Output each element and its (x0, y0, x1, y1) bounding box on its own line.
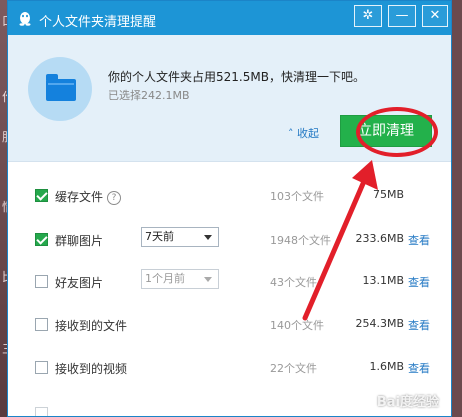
annotation-arrow-head (352, 160, 378, 190)
annotation-arrow-shaft (302, 169, 371, 321)
annotation-arrow (302, 160, 378, 321)
